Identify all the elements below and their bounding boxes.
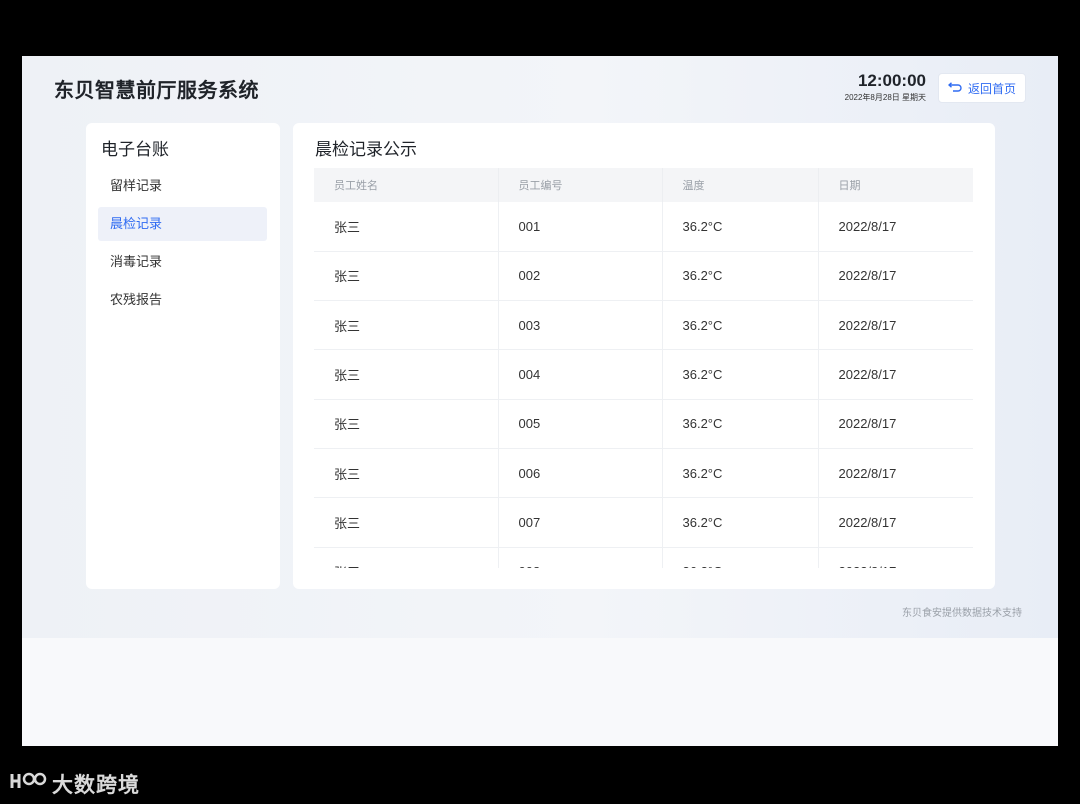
screen: 东贝智慧前厅服务系统 12:00:00 2022年8月28日 星期天 返回首页 … bbox=[22, 56, 1058, 746]
cell-id: 008 bbox=[498, 547, 663, 568]
cell-id: 002 bbox=[498, 251, 663, 301]
cell-id: 004 bbox=[498, 349, 663, 400]
cell-date: 2022/8/17 bbox=[838, 317, 897, 333]
sidebar-title: 电子台账 bbox=[101, 140, 169, 159]
table-row: 张三 002 36.2°C 2022/8/17 bbox=[314, 251, 973, 301]
cell-temperature: 36.2°C bbox=[662, 547, 819, 568]
cell-date: 2022/8/17 bbox=[838, 218, 897, 234]
back-home-label: 返回首页 bbox=[967, 81, 1016, 96]
watermark-text: 大数跨境 bbox=[52, 774, 140, 797]
sidebar-item-morning-check[interactable]: 晨检记录 bbox=[98, 207, 267, 241]
cell-date: 2022/8/17 bbox=[838, 465, 897, 481]
table-row: 张三 001 36.2°C 2022/8/17 bbox=[314, 202, 973, 252]
sidebar-item-disinfection[interactable]: 消毒记录 bbox=[98, 245, 267, 279]
cell-id: 007 bbox=[498, 497, 663, 548]
clock-date: 2022年8月28日 星期天 bbox=[844, 93, 926, 102]
cell-name: 张三 bbox=[314, 202, 499, 252]
table-body: 张三 001 36.2°C 2022/8/17 张三 002 36.2°C 2022/8/17… bbox=[314, 202, 973, 568]
app-background: 东贝智慧前厅服务系统 12:00:00 2022年8月28日 星期天 返回首页 … bbox=[22, 56, 1058, 638]
table-row: 张三00836.2°C2022/8/17 bbox=[314, 547, 973, 568]
cell-name: 张三 bbox=[314, 547, 499, 568]
app-title: 东贝智慧前厅服务系统 bbox=[54, 80, 259, 102]
watermark: 大数跨境 bbox=[8, 768, 140, 800]
column-header-temperature: 温度 bbox=[662, 168, 819, 202]
main-panel: 晨检记录公示 员工姓名 员工编号 温度 日期 张三 001 36.2°C 202… bbox=[293, 123, 995, 589]
table-row: 张三 004 36.2°C 2022/8/17 bbox=[314, 349, 973, 400]
sidebar-item-pesticide-report[interactable]: 农残报告 bbox=[98, 283, 267, 317]
sidebar-item-sample-records[interactable]: 留样记录 bbox=[98, 169, 267, 203]
cell-id: 003 bbox=[498, 300, 663, 350]
table-row: 张三 003 36.2°C 2022/8/17 bbox=[314, 300, 973, 350]
sidebar: 电子台账 留样记录 晨检记录 消毒记录 农残报告 bbox=[86, 123, 280, 589]
records-table: 员工姓名 员工编号 温度 日期 张三 001 36.2°C 2022/8/17 张三 00… bbox=[314, 168, 973, 568]
cell-id: 006 bbox=[498, 448, 663, 498]
return-icon bbox=[947, 81, 962, 95]
watermark-logo-icon bbox=[8, 768, 48, 800]
cell-temperature: 36.2°C bbox=[662, 399, 819, 449]
cell-temperature: 36.2°C bbox=[662, 448, 819, 498]
sidebar-list: 留样记录 晨检记录 消毒记录 农残报告 bbox=[98, 169, 267, 321]
cell-temperature: 36.2°C bbox=[662, 349, 819, 400]
device-frame: 东贝智慧前厅服务系统 12:00:00 2022年8月28日 星期天 返回首页 … bbox=[0, 0, 1080, 804]
cell-temperature: 36.2°C bbox=[662, 251, 819, 301]
cell-temperature: 36.2°C bbox=[662, 202, 819, 252]
cell-name: 张三 bbox=[314, 251, 499, 301]
footer-note: 东贝食安提供数据技术支持 bbox=[902, 608, 1022, 619]
cell-name: 张三 bbox=[314, 349, 499, 400]
cell-temperature: 36.2°C bbox=[662, 497, 819, 548]
cell-date: 2022/8/17 bbox=[838, 268, 897, 284]
back-home-button[interactable]: 返回首页 bbox=[938, 73, 1026, 103]
cell-date: 2022/8/17 bbox=[838, 416, 897, 432]
cell-id: 005 bbox=[498, 399, 663, 449]
column-header-id: 员工编号 bbox=[498, 168, 663, 202]
cell-name: 张三 bbox=[314, 497, 499, 548]
main-title: 晨检记录公示 bbox=[315, 140, 417, 159]
cell-name: 张三 bbox=[314, 448, 499, 498]
cell-date: 2022/8/17 bbox=[838, 367, 897, 383]
cell-date: 2022/8/17 bbox=[838, 514, 897, 530]
table-row: 张三 006 36.2°C 2022/8/17 bbox=[314, 448, 973, 498]
cell-name: 张三 bbox=[314, 300, 499, 350]
records-table-scroll[interactable]: 员工姓名 员工编号 温度 日期 张三 001 36.2°C 2022/8/17 张三 00… bbox=[314, 168, 974, 568]
cell-date: 2022/8/17 bbox=[818, 547, 973, 568]
clock-time: 12:00:00 bbox=[857, 71, 926, 90]
cell-id: 001 bbox=[498, 202, 663, 252]
table-row: 张三 005 36.2°C 2022/8/17 bbox=[314, 399, 973, 449]
table-header-row: 员工姓名 员工编号 温度 日期 bbox=[314, 168, 973, 202]
column-header-name: 员工姓名 bbox=[314, 168, 499, 202]
table-row: 张三 007 36.2°C 2022/8/17 bbox=[314, 497, 973, 548]
cell-name: 张三 bbox=[314, 399, 499, 449]
column-header-date: 日期 bbox=[838, 180, 861, 192]
cell-temperature: 36.2°C bbox=[662, 300, 819, 350]
clock: 12:00:00 2022年8月28日 星期天 bbox=[845, 72, 926, 103]
